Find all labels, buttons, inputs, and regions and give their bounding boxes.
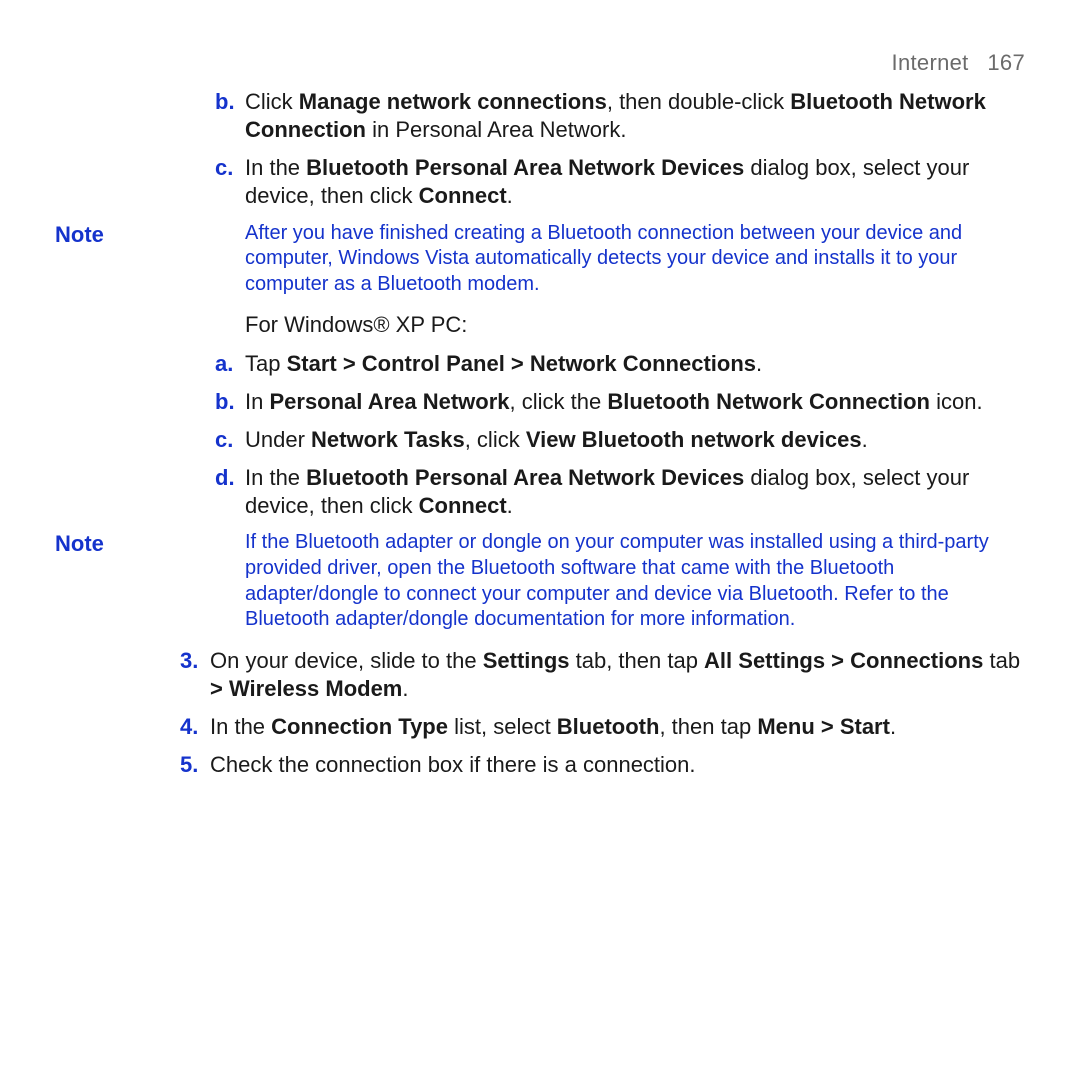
note-block: Note After you have finished creating a … <box>55 221 1025 298</box>
marker-4: 4. <box>180 713 210 741</box>
section-name: Internet <box>892 50 969 75</box>
marker-d: d. <box>215 464 245 520</box>
note-label: Note <box>55 530 175 632</box>
list-item: c. Under Network Tasks, click View Bluet… <box>55 426 1025 454</box>
marker-c: c. <box>215 154 245 210</box>
item-text: In the Bluetooth Personal Area Network D… <box>245 464 1025 520</box>
note-block: Note If the Bluetooth adapter or dongle … <box>55 530 1025 632</box>
list-item: d. In the Bluetooth Personal Area Networ… <box>55 464 1025 520</box>
marker-b2: b. <box>215 388 245 416</box>
marker-c2: c. <box>215 426 245 454</box>
list-item: a. Tap Start > Control Panel > Network C… <box>55 350 1025 378</box>
marker-5: 5. <box>180 751 210 779</box>
list-item: b. Click Manage network connections, the… <box>55 88 1025 144</box>
note-text: If the Bluetooth adapter or dongle on yo… <box>175 530 1025 632</box>
note-text: After you have finished creating a Bluet… <box>175 221 1025 298</box>
list-item: 4. In the Connection Type list, select B… <box>55 713 1025 741</box>
xp-intro-text: For Windows® XP PC: <box>245 311 1025 339</box>
item-text: Under Network Tasks, click View Bluetoot… <box>245 426 1025 454</box>
marker-a: a. <box>215 350 245 378</box>
page-number: 167 <box>987 50 1025 75</box>
page-body: b. Click Manage network connections, the… <box>55 88 1025 779</box>
item-text: Click Manage network connections, then d… <box>245 88 1025 144</box>
marker-3: 3. <box>180 647 210 703</box>
list-item: b. In Personal Area Network, click the B… <box>55 388 1025 416</box>
item-text: In Personal Area Network, click the Blue… <box>245 388 1025 416</box>
item-text: In the Bluetooth Personal Area Network D… <box>245 154 1025 210</box>
note-label: Note <box>55 221 175 298</box>
item-text: Check the connection box if there is a c… <box>210 751 1025 779</box>
item-text: In the Connection Type list, select Blue… <box>210 713 1025 741</box>
xp-intro: For Windows® XP PC: <box>55 311 1025 339</box>
list-item: 5. Check the connection box if there is … <box>55 751 1025 779</box>
list-item: c. In the Bluetooth Personal Area Networ… <box>55 154 1025 210</box>
item-text: On your device, slide to the Settings ta… <box>210 647 1025 703</box>
list-item: 3. On your device, slide to the Settings… <box>55 647 1025 703</box>
marker-b: b. <box>215 88 245 144</box>
page: Internet 167 b. Click Manage network con… <box>0 0 1080 1080</box>
item-text: Tap Start > Control Panel > Network Conn… <box>245 350 1025 378</box>
page-header: Internet 167 <box>55 50 1025 76</box>
